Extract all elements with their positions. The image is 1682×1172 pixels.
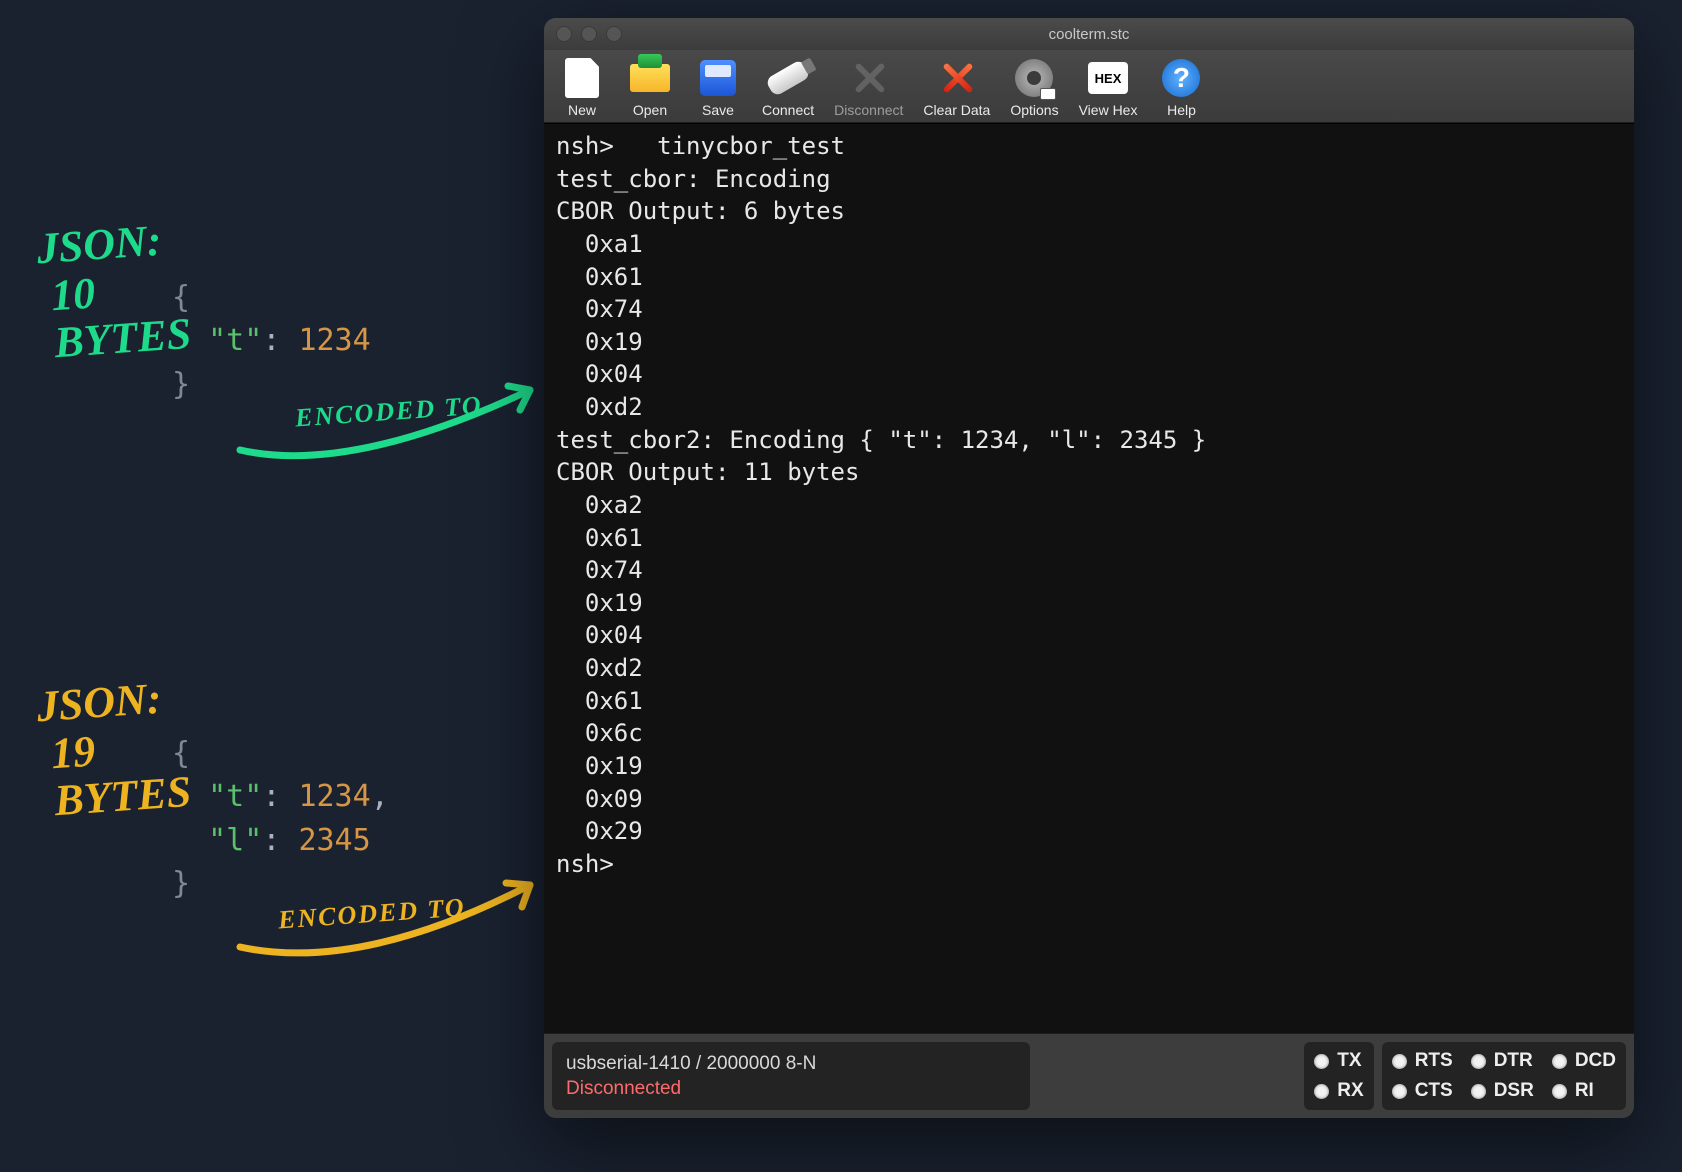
connect-icon — [766, 56, 810, 100]
coolterm-window: coolterm.stc New Open Save Connect Disco… — [544, 18, 1634, 1118]
gear-icon — [1012, 56, 1056, 100]
viewhex-button[interactable]: HEX View Hex — [1071, 54, 1146, 120]
json-sample-1: { "t": 1234 } — [172, 232, 371, 406]
annotation-json-1: JSON: 10 BYTES — [35, 215, 193, 368]
connect-label: Connect — [762, 102, 814, 118]
status-port-panel[interactable]: usbserial-1410 / 2000000 8-N Disconnecte… — [552, 1042, 1030, 1110]
help-label: Help — [1167, 102, 1196, 118]
status-port: usbserial-1410 / 2000000 8-N — [566, 1053, 1016, 1075]
options-label: Options — [1010, 102, 1058, 118]
new-button[interactable]: New — [550, 54, 614, 120]
led-rx: RX — [1314, 1080, 1363, 1102]
led-cts: CTS — [1392, 1080, 1453, 1102]
status-connection: Disconnected — [566, 1078, 1016, 1100]
save-button[interactable]: Save — [686, 54, 750, 120]
open-button[interactable]: Open — [618, 54, 682, 120]
cleardata-label: Clear Data — [923, 102, 990, 118]
terminal-output[interactable]: nsh> tinycbor_test test_cbor: Encoding C… — [544, 123, 1634, 1033]
led-group-lines: RTS DTR DCD CTS DSR RI — [1382, 1042, 1626, 1110]
titlebar[interactable]: coolterm.stc — [544, 18, 1634, 50]
options-button[interactable]: Options — [1002, 54, 1066, 120]
viewhex-label: View Hex — [1079, 102, 1138, 118]
toolbar: New Open Save Connect Disconnect Clear D… — [544, 50, 1634, 123]
new-label: New — [568, 102, 596, 118]
led-dsr: DSR — [1471, 1080, 1534, 1102]
save-icon — [696, 56, 740, 100]
cleardata-icon — [935, 56, 979, 100]
disconnect-button[interactable]: Disconnect — [826, 54, 911, 120]
window-title: coolterm.stc — [544, 26, 1634, 43]
save-label: Save — [702, 102, 734, 118]
led-tx: TX — [1314, 1050, 1363, 1072]
connect-button[interactable]: Connect — [754, 54, 822, 120]
open-label: Open — [633, 102, 667, 118]
hex-icon: HEX — [1086, 56, 1130, 100]
disconnect-label: Disconnect — [834, 102, 903, 118]
led-group-txrx: TX RX — [1304, 1042, 1373, 1110]
status-bar: usbserial-1410 / 2000000 8-N Disconnecte… — [544, 1033, 1634, 1118]
help-button[interactable]: ? Help — [1149, 54, 1213, 120]
annotation-json-2: JSON: 19 BYTES — [35, 673, 193, 826]
led-rts: RTS — [1392, 1050, 1453, 1072]
open-icon — [628, 56, 672, 100]
led-dcd: DCD — [1552, 1050, 1616, 1072]
new-icon — [560, 56, 604, 100]
led-ri: RI — [1552, 1080, 1616, 1102]
led-dtr: DTR — [1471, 1050, 1534, 1072]
disconnect-icon — [847, 56, 891, 100]
json-sample-2: { "t": 1234, "l": 2345 } — [172, 688, 389, 906]
cleardata-button[interactable]: Clear Data — [915, 54, 998, 120]
help-icon: ? — [1159, 56, 1203, 100]
